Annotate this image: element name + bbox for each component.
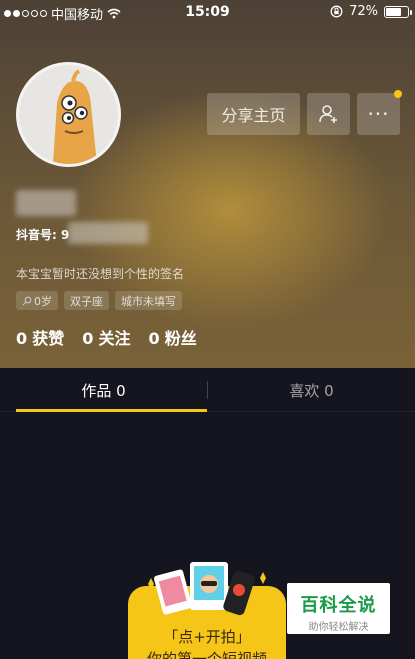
sticker-illustration — [148, 562, 266, 616]
promo-line-1: 「点+开拍」 — [163, 628, 251, 646]
share-profile-button[interactable]: 分享主页 — [207, 93, 300, 135]
profile-header: 中国移动 15:09 72% 分享主页 ··· 抖音号: 9 本宝宝暂时还没想到… — [0, 0, 415, 368]
battery-percent: 72% — [349, 4, 378, 19]
add-user-icon — [318, 105, 337, 123]
tab-likes[interactable]: 喜欢 0 — [208, 368, 415, 412]
douyin-id: 抖音号: 9 — [16, 228, 70, 242]
signature-text: 本宝宝暂时还没想到个性的签名 — [16, 267, 185, 281]
age-tag: 0岁 — [16, 291, 58, 310]
zodiac-tag: 双子座 — [64, 291, 109, 310]
female-icon — [22, 296, 32, 305]
profile-tags: 0岁 双子座 城市未填写 — [16, 291, 182, 310]
ellipsis-icon: ··· — [367, 102, 390, 126]
more-options-button[interactable]: ··· — [357, 93, 400, 135]
city-tag: 城市未填写 — [115, 291, 182, 310]
profile-stats: 0 获赞 0 关注 0 粉丝 — [16, 325, 197, 349]
watermark-logo: 百科全说 助你轻松解决 — [287, 583, 390, 634]
following-stat[interactable]: 0 关注 — [82, 325, 130, 349]
content-tabs: 作品 0 喜欢 0 — [0, 368, 415, 412]
rotation-lock-icon — [330, 5, 343, 18]
followers-stat[interactable]: 0 粉丝 — [149, 325, 197, 349]
likes-stat[interactable]: 0 获赞 — [16, 325, 64, 349]
avatar[interactable] — [16, 62, 121, 167]
promo-line-2: 你的第一个短视频 — [146, 650, 267, 659]
status-bar: 中国移动 15:09 72% — [0, 0, 415, 24]
id-redacted — [68, 222, 148, 244]
nickname-redacted — [16, 190, 76, 216]
tab-works[interactable]: 作品 0 — [0, 368, 207, 412]
add-friend-button[interactable] — [307, 93, 350, 135]
battery-icon — [384, 5, 412, 18]
notification-dot — [394, 90, 402, 98]
